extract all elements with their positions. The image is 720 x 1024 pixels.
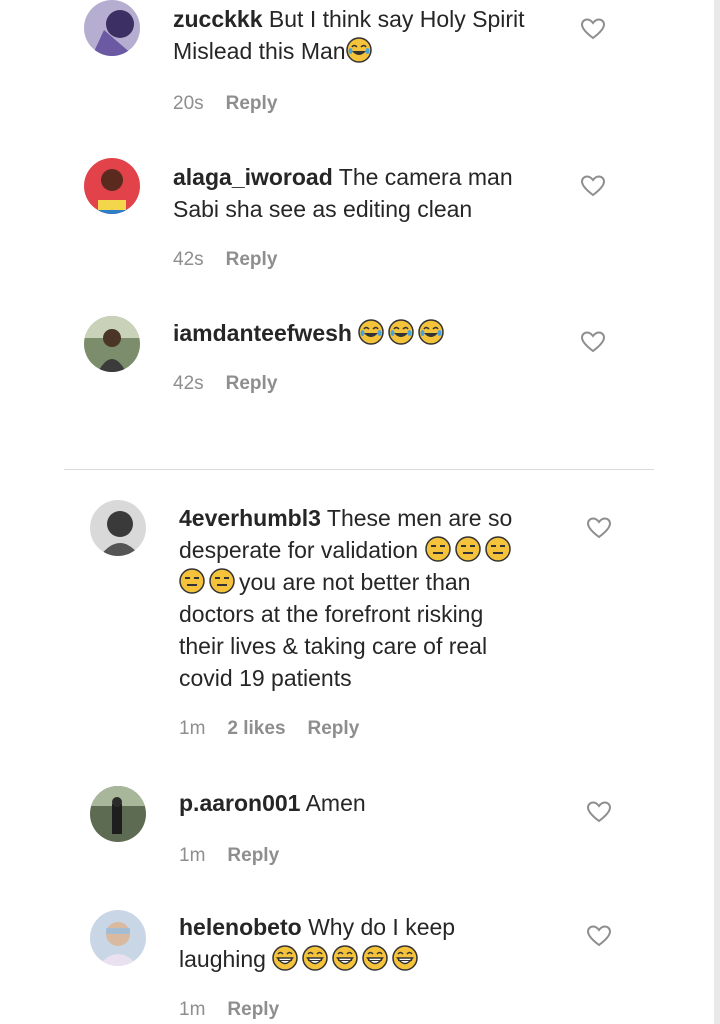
comment-text: 4everhumbl3 These men are so desperate f…: [179, 505, 513, 691]
laughing-emoji-icon: [345, 37, 372, 63]
laughing-emoji-icon: [358, 319, 385, 345]
expressionless-emoji-icon: [424, 536, 451, 562]
like-heart-icon[interactable]: [580, 17, 606, 41]
reply-button[interactable]: Reply: [308, 718, 360, 740]
expressionless-emoji-icon: [209, 568, 235, 594]
grinning-emoji-icon: [392, 945, 419, 971]
reply-button[interactable]: Reply: [226, 93, 278, 115]
comment-username[interactable]: alaga_iworoad: [173, 164, 333, 190]
comment-item: helenobeto Why do I keep laughing 1m Rep…: [0, 908, 700, 1024]
comment-time: 1m: [179, 845, 206, 866]
like-heart-icon[interactable]: [580, 330, 606, 354]
comment-text: p.aaron001 Amen: [179, 790, 366, 816]
like-heart-icon[interactable]: [586, 800, 612, 824]
comment-meta: 42s Reply: [173, 373, 277, 395]
section-divider: [64, 469, 654, 470]
comment-emoji-text: [358, 319, 448, 346]
window-edge: [714, 0, 720, 1024]
like-heart-icon[interactable]: [580, 174, 606, 198]
grinning-emoji-icon: [362, 945, 389, 971]
comment-time: 1m: [179, 999, 206, 1020]
avatar[interactable]: [90, 910, 146, 966]
comment-meta: 20s Reply: [173, 93, 277, 115]
comment-username[interactable]: 4everhumbl3: [179, 505, 321, 531]
laughing-emoji-icon: [418, 319, 445, 345]
comment-username[interactable]: zucckkk: [173, 6, 263, 32]
comment-meta: 1m Reply: [179, 999, 279, 1021]
comment-username[interactable]: helenobeto: [179, 914, 302, 940]
comment-meta: 42s Reply: [173, 249, 277, 271]
avatar[interactable]: [90, 786, 146, 842]
reply-button[interactable]: Reply: [227, 999, 279, 1021]
comment-text: zucckkk But I think say Holy Spirit Misl…: [173, 6, 525, 64]
comment-meta: 1m 2 likes Reply: [179, 718, 359, 740]
reply-button[interactable]: Reply: [227, 845, 279, 867]
comment-item: p.aaron001 Amen 1m Reply: [0, 784, 700, 884]
comment-time: 1m: [179, 718, 206, 739]
likes-count[interactable]: 2 likes: [227, 718, 285, 740]
comment-item: zucckkk But I think say Holy Spirit Misl…: [0, 0, 700, 130]
expressionless-emoji-icon: [454, 536, 481, 562]
comment-text: iamdanteefwesh: [173, 317, 448, 349]
comment-meta: 1m Reply: [179, 845, 279, 867]
comment-text: helenobeto Why do I keep laughing: [179, 914, 456, 972]
reply-button[interactable]: Reply: [226, 373, 278, 395]
comment-username[interactable]: p.aaron001: [179, 790, 300, 816]
avatar[interactable]: [84, 158, 140, 214]
avatar[interactable]: [84, 0, 140, 56]
comment-item: alaga_iworoad The camera man Sabi sha se…: [0, 156, 700, 286]
laughing-emoji-icon: [388, 319, 415, 345]
comment-time: 20s: [173, 93, 204, 114]
comment-time: 42s: [173, 373, 204, 394]
avatar[interactable]: [90, 500, 146, 556]
comment-text: alaga_iworoad The camera man Sabi sha se…: [173, 164, 513, 222]
expressionless-emoji-icon: [179, 568, 205, 594]
avatar[interactable]: [84, 316, 140, 372]
reply-button[interactable]: Reply: [226, 249, 278, 271]
grinning-emoji-icon: [272, 945, 299, 971]
comment-item: 4everhumbl3 These men are so desperate f…: [0, 500, 700, 760]
comment-item: iamdanteefwesh 42s Reply: [0, 312, 700, 412]
expressionless-emoji-icon: [484, 536, 511, 562]
grinning-emoji-icon: [302, 945, 329, 971]
comment-username[interactable]: iamdanteefwesh: [173, 320, 352, 346]
like-heart-icon[interactable]: [586, 516, 612, 540]
like-heart-icon[interactable]: [586, 924, 612, 948]
comment-time: 42s: [173, 249, 204, 270]
grinning-emoji-icon: [332, 945, 359, 971]
